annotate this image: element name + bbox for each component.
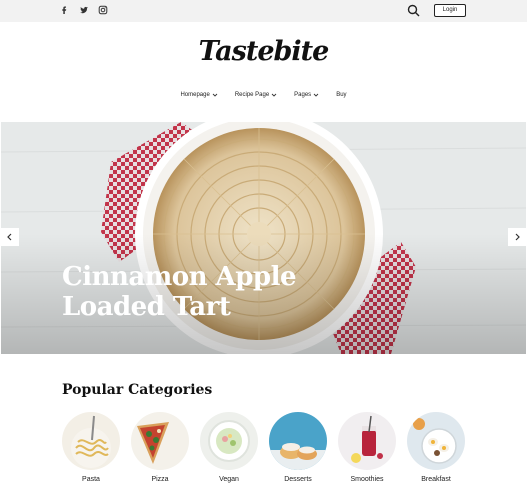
chevron-left-icon <box>7 233 12 241</box>
nav-item-recipe-page[interactable]: Recipe Page <box>235 92 277 98</box>
popular-categories-heading: Popular Categories <box>62 382 213 398</box>
nav-item-pages[interactable]: Pages <box>294 92 319 98</box>
instagram-icon[interactable] <box>98 5 108 15</box>
facebook-icon[interactable] <box>60 5 70 15</box>
chevron-down-icon <box>313 93 319 97</box>
hero-title-line-2: Loaded Tart <box>62 292 231 322</box>
category-label: Breakfast <box>421 476 451 483</box>
category-vegan[interactable]: Vegan <box>200 412 258 483</box>
pizza-image <box>131 412 189 470</box>
top-bar: Login <box>0 0 527 22</box>
category-label: Pizza <box>151 476 169 483</box>
chevron-down-icon <box>271 93 277 97</box>
login-button[interactable]: Login <box>434 4 466 17</box>
smoothies-image <box>338 412 396 470</box>
category-pizza[interactable]: Pizza <box>131 412 189 483</box>
pasta-image <box>62 412 120 470</box>
category-pasta[interactable]: Pasta <box>62 412 120 483</box>
main-nav: Homepage Recipe Page Pages Buy <box>0 92 527 98</box>
nav-item-label: Buy <box>336 92 347 98</box>
desserts-image <box>269 412 327 470</box>
nav-item-homepage[interactable]: Homepage <box>180 92 218 98</box>
nav-item-label: Pages <box>294 92 312 98</box>
category-label: Vegan <box>219 476 239 483</box>
hero-title[interactable]: Cinnamon Apple Loaded Tart <box>62 262 362 322</box>
slider-next-button[interactable] <box>508 228 526 246</box>
chevron-right-icon <box>515 233 520 241</box>
category-label: Pasta <box>82 476 100 483</box>
category-label: Smoothies <box>350 476 384 483</box>
nav-item-buy[interactable]: Buy <box>336 92 346 98</box>
category-breakfast[interactable]: Breakfast <box>407 412 465 483</box>
category-smoothies[interactable]: Smoothies <box>338 412 396 483</box>
social-links <box>60 5 108 15</box>
twitter-icon[interactable] <box>79 5 89 15</box>
slider-prev-button[interactable] <box>1 228 19 246</box>
hero-title-line-1: Cinnamon Apple <box>62 262 296 292</box>
search-icon[interactable] <box>407 4 420 17</box>
site-logo[interactable]: Tastebite <box>0 36 527 67</box>
nav-item-label: Recipe Page <box>234 92 270 98</box>
chevron-down-icon <box>212 93 218 97</box>
nav-item-label: Homepage <box>180 92 210 98</box>
category-label: Desserts <box>284 476 312 483</box>
breakfast-image <box>407 412 465 470</box>
vegan-image <box>200 412 258 470</box>
category-list: Pasta Pizza Vegan Desserts Smoothies Bre… <box>62 412 465 483</box>
category-desserts[interactable]: Desserts <box>269 412 327 483</box>
